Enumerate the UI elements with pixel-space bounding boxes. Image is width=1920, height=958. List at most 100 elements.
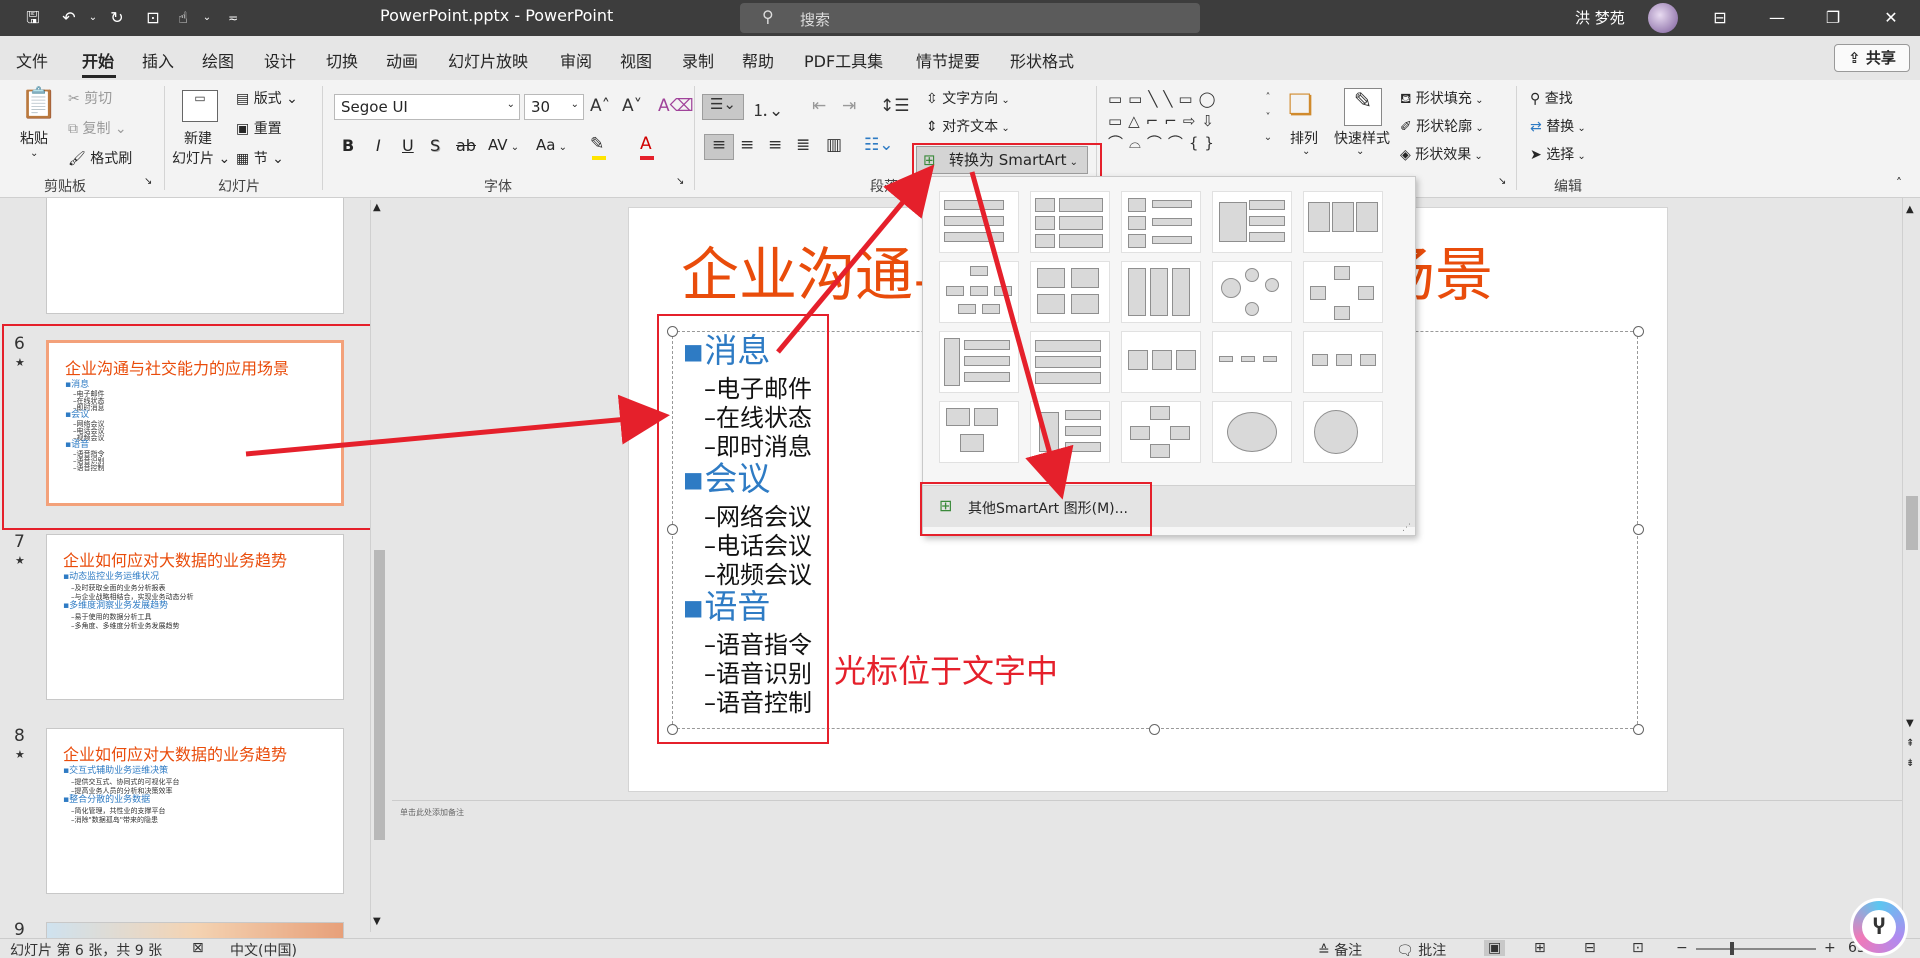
smartart-layout-thumbnail[interactable] [1030, 191, 1110, 253]
align-center-icon[interactable]: ≡ [740, 135, 754, 155]
align-left-icon[interactable]: ≡ [704, 134, 734, 160]
new-slide-label-1[interactable]: 新建 [184, 128, 212, 148]
slide-sorter-icon[interactable]: ⊞ [1534, 940, 1546, 956]
shape-effects-button[interactable]: ◈ 形状效果 ⌄ [1400, 144, 1483, 164]
strikethrough-button[interactable]: ab [456, 136, 476, 155]
smartart-layout-thumbnail[interactable] [1303, 331, 1383, 393]
accessibility-icon[interactable]: ⊠ [192, 940, 204, 956]
align-right-icon[interactable]: ≡ [768, 135, 782, 155]
increase-font-icon[interactable]: A˄ [590, 96, 610, 116]
tab-design[interactable]: 设计 [264, 48, 296, 72]
highlighter-icon[interactable]: ✎ [590, 134, 604, 154]
font-family-dropdown[interactable]: Segoe UI ⌄ [334, 94, 520, 120]
paste-icon[interactable]: 📋 [20, 86, 57, 126]
section-button[interactable]: ▦ 节 ⌄ [236, 148, 284, 168]
format-painter-button[interactable]: 🖌 格式刷 [68, 148, 132, 168]
smartart-layout-thumbnail[interactable] [1030, 401, 1110, 463]
scroll-up-icon[interactable]: ▲ [373, 202, 381, 213]
change-case-button[interactable]: Aa ⌄ [536, 136, 567, 154]
smartart-layout-thumbnail[interactable] [1303, 261, 1383, 323]
paste-dropdown-icon[interactable]: ⌄ [30, 148, 38, 159]
avatar[interactable] [1648, 3, 1678, 33]
distributed-icon[interactable]: ▥ [826, 135, 842, 155]
find-button[interactable]: ⚲ 查找 [1530, 88, 1573, 108]
columns-icon[interactable]: ☷⌄ [864, 135, 893, 155]
smartart-layout-thumbnail[interactable] [1121, 331, 1201, 393]
smartart-layout-thumbnail[interactable] [1121, 261, 1201, 323]
collapse-ribbon-icon[interactable]: ˄ [1896, 176, 1902, 190]
scroll-down-icon[interactable]: ▼ [1906, 718, 1914, 729]
smartart-layout-thumbnail[interactable] [939, 261, 1019, 323]
minimize-icon[interactable]: — [1762, 5, 1792, 31]
select-button[interactable]: ➤ 选择 ⌄ [1530, 144, 1586, 164]
slide-info[interactable]: 幻灯片 第 6 张，共 9 张 [10, 940, 162, 958]
touch-dropdown-icon[interactable]: ⌄ [196, 8, 218, 28]
cut-button[interactable]: ✂ 剪切 [68, 88, 112, 108]
resize-handle[interactable] [1149, 724, 1160, 735]
quick-styles-label[interactable]: 快速样式 [1334, 128, 1390, 148]
line-spacing-icon[interactable]: ↕☰ [880, 96, 909, 116]
reset-button[interactable]: ▣ 重置 [236, 118, 282, 138]
tab-pdf-tools[interactable]: PDF工具集 [804, 48, 883, 72]
shadow-button[interactable]: S [430, 136, 440, 155]
tab-review[interactable]: 审阅 [560, 48, 592, 72]
font-launcher-icon[interactable]: ↘ [676, 176, 684, 187]
smartart-layout-thumbnail[interactable] [1303, 401, 1383, 463]
shape-outline-button[interactable]: ✐ 形状轮廓 ⌄ [1400, 116, 1484, 136]
new-slide-icon[interactable]: ▭ [182, 90, 218, 122]
zoom-out-icon[interactable]: − [1676, 940, 1688, 956]
presenter-icon[interactable]: ⊡ [142, 8, 164, 28]
tab-draw[interactable]: 绘图 [202, 48, 234, 72]
underline-button[interactable]: U [402, 136, 414, 155]
tab-insert[interactable]: 插入 [142, 48, 174, 72]
decrease-font-icon[interactable]: A˅ [622, 96, 642, 116]
thumbnail-scrollbar[interactable]: ▲ ▼ [370, 200, 388, 932]
restore-icon[interactable]: ❐ [1818, 5, 1848, 31]
shape-fill-button[interactable]: ⛾ 形状填充 ⌄ [1400, 88, 1483, 109]
scroll-down-icon[interactable]: ▼ [373, 916, 381, 927]
font-color-icon[interactable]: A [640, 134, 652, 154]
smartart-layout-thumbnail[interactable] [939, 401, 1019, 463]
smartart-layout-thumbnail[interactable] [1212, 191, 1292, 253]
scroll-up-icon[interactable]: ▲ [1906, 204, 1914, 215]
zoom-in-icon[interactable]: + [1824, 940, 1836, 956]
shapes-scroll-icon[interactable]: ˄ ˅ ⌄ [1262, 88, 1274, 148]
bullets-icon[interactable]: ☰⌄ [702, 94, 744, 120]
tab-animations[interactable]: 动画 [386, 48, 418, 72]
undo-dropdown-icon[interactable]: ⌄ [82, 8, 104, 28]
share-button[interactable]: ⇪ 共享 [1834, 44, 1910, 72]
save-icon[interactable]: 🖫 [22, 8, 44, 28]
tab-transitions[interactable]: 切换 [326, 48, 358, 72]
tab-storyboard[interactable]: 情节提要 [916, 48, 980, 72]
italic-button[interactable]: I [376, 136, 381, 155]
redo-icon[interactable]: ↻ [106, 8, 128, 28]
smartart-layout-thumbnail[interactable] [1303, 191, 1383, 253]
next-slide-icon[interactable]: ⇟ [1906, 758, 1914, 769]
smartart-layout-thumbnail[interactable] [1212, 331, 1292, 393]
arrange-label[interactable]: 排列 [1290, 128, 1318, 148]
paste-label[interactable]: 粘贴 [20, 128, 48, 148]
tab-view[interactable]: 视图 [620, 48, 652, 72]
tab-record[interactable]: 录制 [682, 48, 714, 72]
clipboard-launcher-icon[interactable]: ↘ [144, 176, 152, 187]
arrange-dropdown-icon[interactable]: ⌄ [1302, 146, 1310, 157]
tab-shape-format[interactable]: 形状格式 [1010, 48, 1074, 72]
justify-icon[interactable]: ≣ [796, 135, 810, 155]
numbering-icon[interactable]: ⒈⌄ [752, 96, 783, 121]
normal-view-icon[interactable]: ▣ [1484, 940, 1506, 956]
drawing-launcher-icon[interactable]: ↘ [1498, 176, 1506, 187]
touch-mode-icon[interactable]: ☝ [172, 8, 194, 28]
resize-handle[interactable] [1633, 326, 1644, 337]
tab-file[interactable]: 文件 [16, 48, 48, 72]
align-text-button[interactable]: ⇕ 对齐文本 ⌄ [926, 116, 1010, 136]
quick-styles-dropdown-icon[interactable]: ⌄ [1356, 146, 1364, 157]
clear-formatting-icon[interactable]: A⌫ [658, 96, 694, 116]
notes-button[interactable]: ≙ 备注 [1318, 940, 1362, 958]
smartart-layout-thumbnail[interactable] [1030, 331, 1110, 393]
zoom-slider-thumb[interactable] [1730, 942, 1734, 955]
font-size-dropdown[interactable]: 30 ⌄ [524, 94, 584, 120]
resize-grip-icon[interactable]: ⋰ [1402, 523, 1411, 533]
scroll-thumb[interactable] [1906, 496, 1918, 550]
comments-button[interactable]: 🗨 批注 [1396, 940, 1446, 958]
layout-button[interactable]: ▤ 版式 ⌄ [236, 88, 298, 108]
